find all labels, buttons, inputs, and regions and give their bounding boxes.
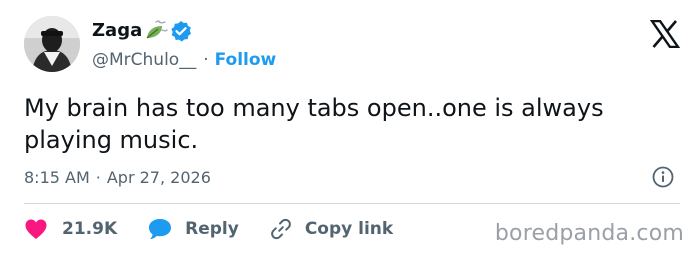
heart-icon	[24, 218, 48, 240]
copy-link-button[interactable]: Copy link	[269, 217, 393, 241]
tweet-date[interactable]: Apr 27, 2026	[107, 168, 211, 187]
author-handle[interactable]: @MrChulo__	[92, 50, 196, 70]
tweet-text: My brain has too many tabs open..one is …	[24, 94, 604, 154]
like-button[interactable]: 21.9K	[24, 218, 117, 240]
info-icon[interactable]	[652, 166, 674, 188]
reply-button[interactable]: Reply	[147, 217, 239, 241]
timestamp-separator: ·	[95, 167, 101, 187]
author-handle-row: @MrChulo__ · Follow	[92, 48, 276, 72]
tweet-time[interactable]: 8:15 AM	[24, 168, 90, 187]
tweet-timestamp[interactable]: 8:15 AM · Apr 27, 2026	[24, 164, 211, 190]
avatar[interactable]	[24, 16, 80, 72]
author-display-name[interactable]: Zaga	[92, 20, 142, 42]
tweet-card: Zaga @MrChulo__ · Follow My brain has to…	[0, 0, 700, 256]
author-name-row: Zaga	[92, 18, 192, 44]
verified-badge-icon	[170, 20, 192, 42]
handle-separator: ·	[203, 50, 209, 70]
reply-bubble-icon	[147, 217, 173, 241]
reply-label: Reply	[185, 219, 239, 239]
link-icon	[269, 217, 293, 241]
action-bar: 21.9K Reply Copy link	[24, 214, 393, 244]
like-count: 21.9K	[62, 219, 118, 239]
follow-button[interactable]: Follow	[215, 50, 277, 70]
watermark-text: boredpanda.com	[494, 221, 684, 246]
x-logo-icon[interactable]	[649, 19, 681, 49]
leaf-fluttering-in-wind-icon	[144, 20, 168, 42]
copy-link-label: Copy link	[304, 219, 394, 239]
divider	[24, 203, 680, 204]
